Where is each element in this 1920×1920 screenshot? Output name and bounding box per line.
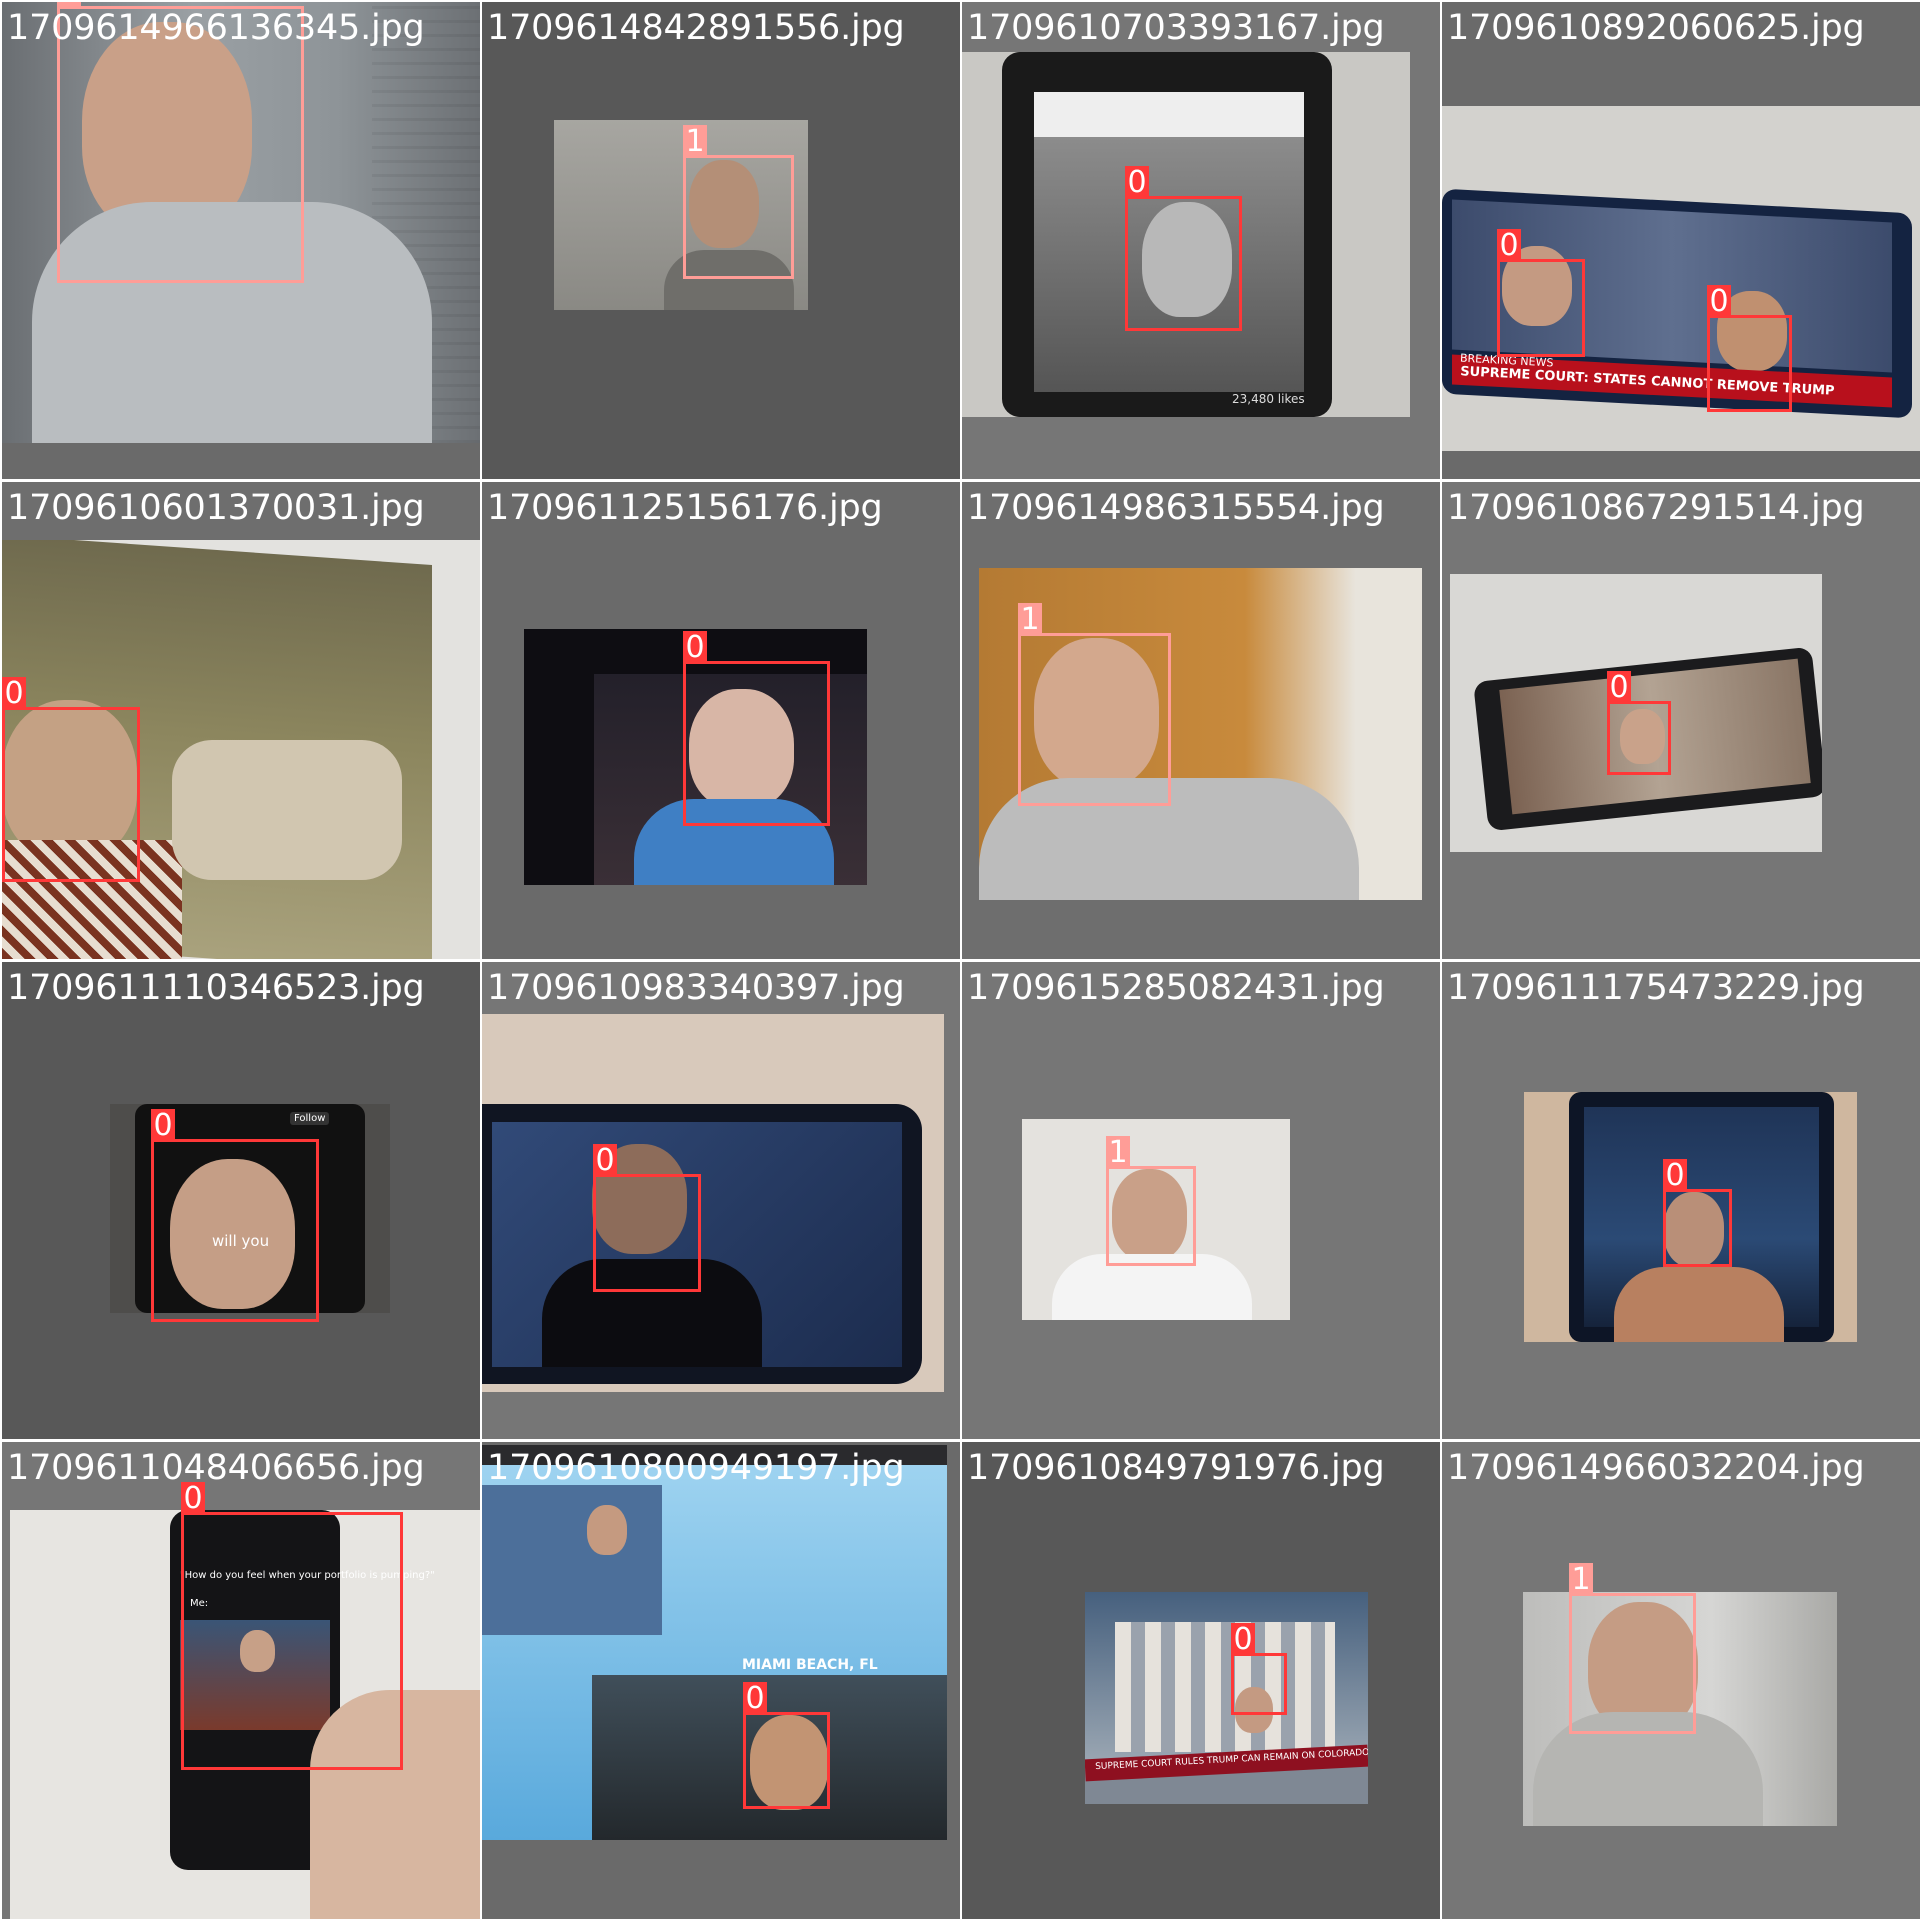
class-label: 0 (1663, 1159, 1687, 1192)
image-filename: 1709611110346523.jpg (7, 968, 425, 1008)
follow-button[interactable]: Follow (290, 1112, 330, 1125)
person-face (587, 1505, 627, 1555)
likes-count: 23,480 likes (1232, 392, 1305, 406)
detection-box: 0 (683, 631, 830, 826)
class-label: 1 (1018, 603, 1042, 636)
detection-box: 0 (593, 1144, 701, 1292)
image-filename: 1709614986315554.jpg (967, 488, 1385, 528)
detection-box: 0 (151, 1109, 319, 1322)
mosaic-tile: 1709614966032204.jpg 1 (1442, 1442, 1920, 1919)
image-filename: 1709614966136345.jpg (7, 8, 425, 48)
detection-box: 1 (1018, 603, 1171, 806)
detection-box: 0 (1663, 1159, 1732, 1267)
detection-box: 0 (1125, 166, 1242, 331)
mosaic-tile: 1709611175473229.jpg 0 (1442, 962, 1920, 1439)
mosaic-tile: 1709615285082431.jpg 1 (962, 962, 1440, 1439)
image-filename: 1709614842891556.jpg (487, 8, 905, 48)
class-label: 0 (743, 1682, 767, 1715)
class-label: 0 (1497, 229, 1521, 262)
class-label: 1 (683, 125, 707, 158)
mosaic-tile: BREAKING NEWS SUPREME COURT: STATES CANN… (1442, 2, 1920, 479)
class-label: 0 (1125, 166, 1149, 199)
mosaic-tile: 1709614966136345.jpg 1 (2, 2, 480, 479)
mosaic-tile: 170961125156176.jpg 0 (482, 482, 960, 959)
class-label: 1 (1106, 1136, 1130, 1169)
image-filename: 1709611175473229.jpg (1447, 968, 1865, 1008)
detection-box: 1 (1569, 1563, 1696, 1734)
image-filename: 1709614966032204.jpg (1447, 1448, 1865, 1488)
class-label: 0 (593, 1144, 617, 1177)
detection-box: 0 (1231, 1623, 1287, 1715)
class-label: 0 (1231, 1623, 1255, 1656)
detection-box: 1 (1106, 1136, 1196, 1266)
image-filename: 1709610703393167.jpg (967, 8, 1385, 48)
image-filename: 1709611048406656.jpg (7, 1448, 425, 1488)
class-label: 0 (2, 677, 26, 710)
class-label: 0 (1707, 285, 1731, 318)
image-filename: 1709610601370031.jpg (7, 488, 425, 528)
class-label: 0 (151, 1109, 175, 1142)
mosaic-tile: 1709610601370031.jpg 0 (2, 482, 480, 959)
image-filename: 1709615285082431.jpg (967, 968, 1385, 1008)
detection-box: 0 (1497, 229, 1585, 357)
mosaic-grid: 1709614966136345.jpg 1 1709614842891556.… (0, 0, 1920, 1920)
detection-box: 0 (1707, 285, 1792, 412)
image-filename: 1709610867291514.jpg (1447, 488, 1865, 528)
mosaic-tile: SUPREME COURT RULES TRUMP CAN REMAIN ON … (962, 1442, 1440, 1919)
tile-photo: SUPREME COURT RULES TRUMP CAN REMAIN ON … (1085, 1592, 1368, 1804)
image-filename: 1709610800949197.jpg (487, 1448, 905, 1488)
mosaic-tile: "How do you feel when your portfolio is … (2, 1442, 480, 1919)
mosaic-tile: 23,480 likes 1709610703393167.jpg 0 (962, 2, 1440, 479)
detection-box: 0 (2, 677, 140, 882)
mosaic-tile: 1709610867291514.jpg 0 (1442, 482, 1920, 959)
tile-photo (482, 1014, 944, 1392)
mosaic-tile: 1709614986315554.jpg 1 (962, 482, 1440, 959)
image-filename: 170961125156176.jpg (487, 488, 883, 528)
detection-box: 0 (1607, 671, 1671, 775)
tile-photo: MIAMI BEACH, FL (482, 1445, 947, 1840)
mosaic-tile: MIAMI BEACH, FL 1709610800949197.jpg 0 (482, 1442, 960, 1919)
class-label: 0 (1607, 671, 1631, 704)
detection-box: 0 (181, 1482, 403, 1770)
class-label: 0 (683, 631, 707, 664)
image-filename: 1709610983340397.jpg (487, 968, 905, 1008)
location-banner: MIAMI BEACH, FL (742, 1657, 878, 1673)
mosaic-tile: will you Follow 1709611110346523.jpg 0 (2, 962, 480, 1439)
mosaic-tile: 1709614842891556.jpg 1 (482, 2, 960, 479)
image-filename: 1709610892060625.jpg (1447, 8, 1865, 48)
image-filename: 1709610849791976.jpg (967, 1448, 1385, 1488)
mosaic-tile: 1709610983340397.jpg 0 (482, 962, 960, 1439)
detection-box: 0 (743, 1682, 830, 1809)
detection-box: 1 (683, 125, 794, 279)
class-label: 1 (1569, 1563, 1593, 1596)
